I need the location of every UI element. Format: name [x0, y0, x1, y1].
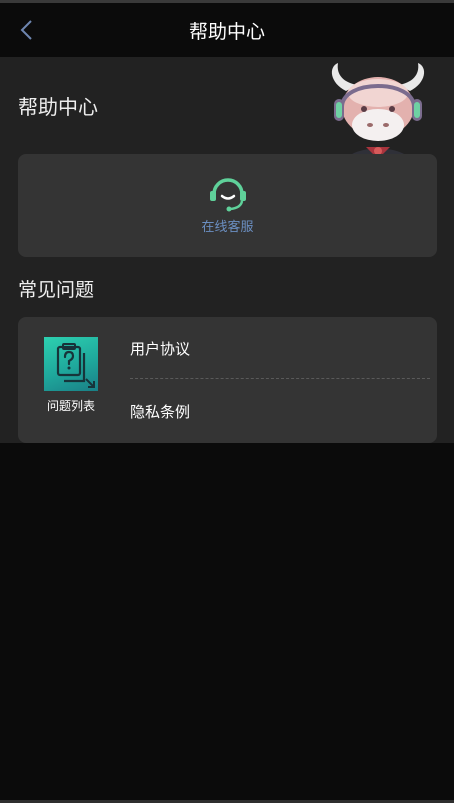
faq-item-label: 隐私条例: [130, 402, 191, 421]
content-panel: 帮助中心 在线客服 常见问题 问题列表 用户协议 隐私条例: [0, 57, 454, 443]
nav-title: 帮助中心: [188, 20, 265, 43]
question-document-icon: [56, 343, 95, 388]
online-service-card[interactable]: 在线客服: [18, 154, 437, 257]
question-list-category[interactable]: 问题列表: [36, 335, 106, 425]
faq-card: 问题列表 用户协议 隐私条例: [18, 317, 437, 443]
faq-item-label: 用户协议: [130, 339, 191, 358]
question-list-tile: [44, 337, 98, 391]
page-heading: 帮助中心: [18, 95, 98, 119]
nav-bar: 帮助中心: [0, 3, 454, 57]
headset-icon: [210, 178, 246, 212]
faq-item-user-agreement[interactable]: 用户协议: [130, 328, 430, 368]
faq-divider: [130, 378, 430, 379]
faq-item-privacy-policy[interactable]: 隐私条例: [130, 391, 430, 431]
faq-heading: 常见问题: [18, 279, 95, 301]
online-service-label: 在线客服: [201, 220, 254, 235]
question-list-label: 问题列表: [46, 399, 95, 413]
